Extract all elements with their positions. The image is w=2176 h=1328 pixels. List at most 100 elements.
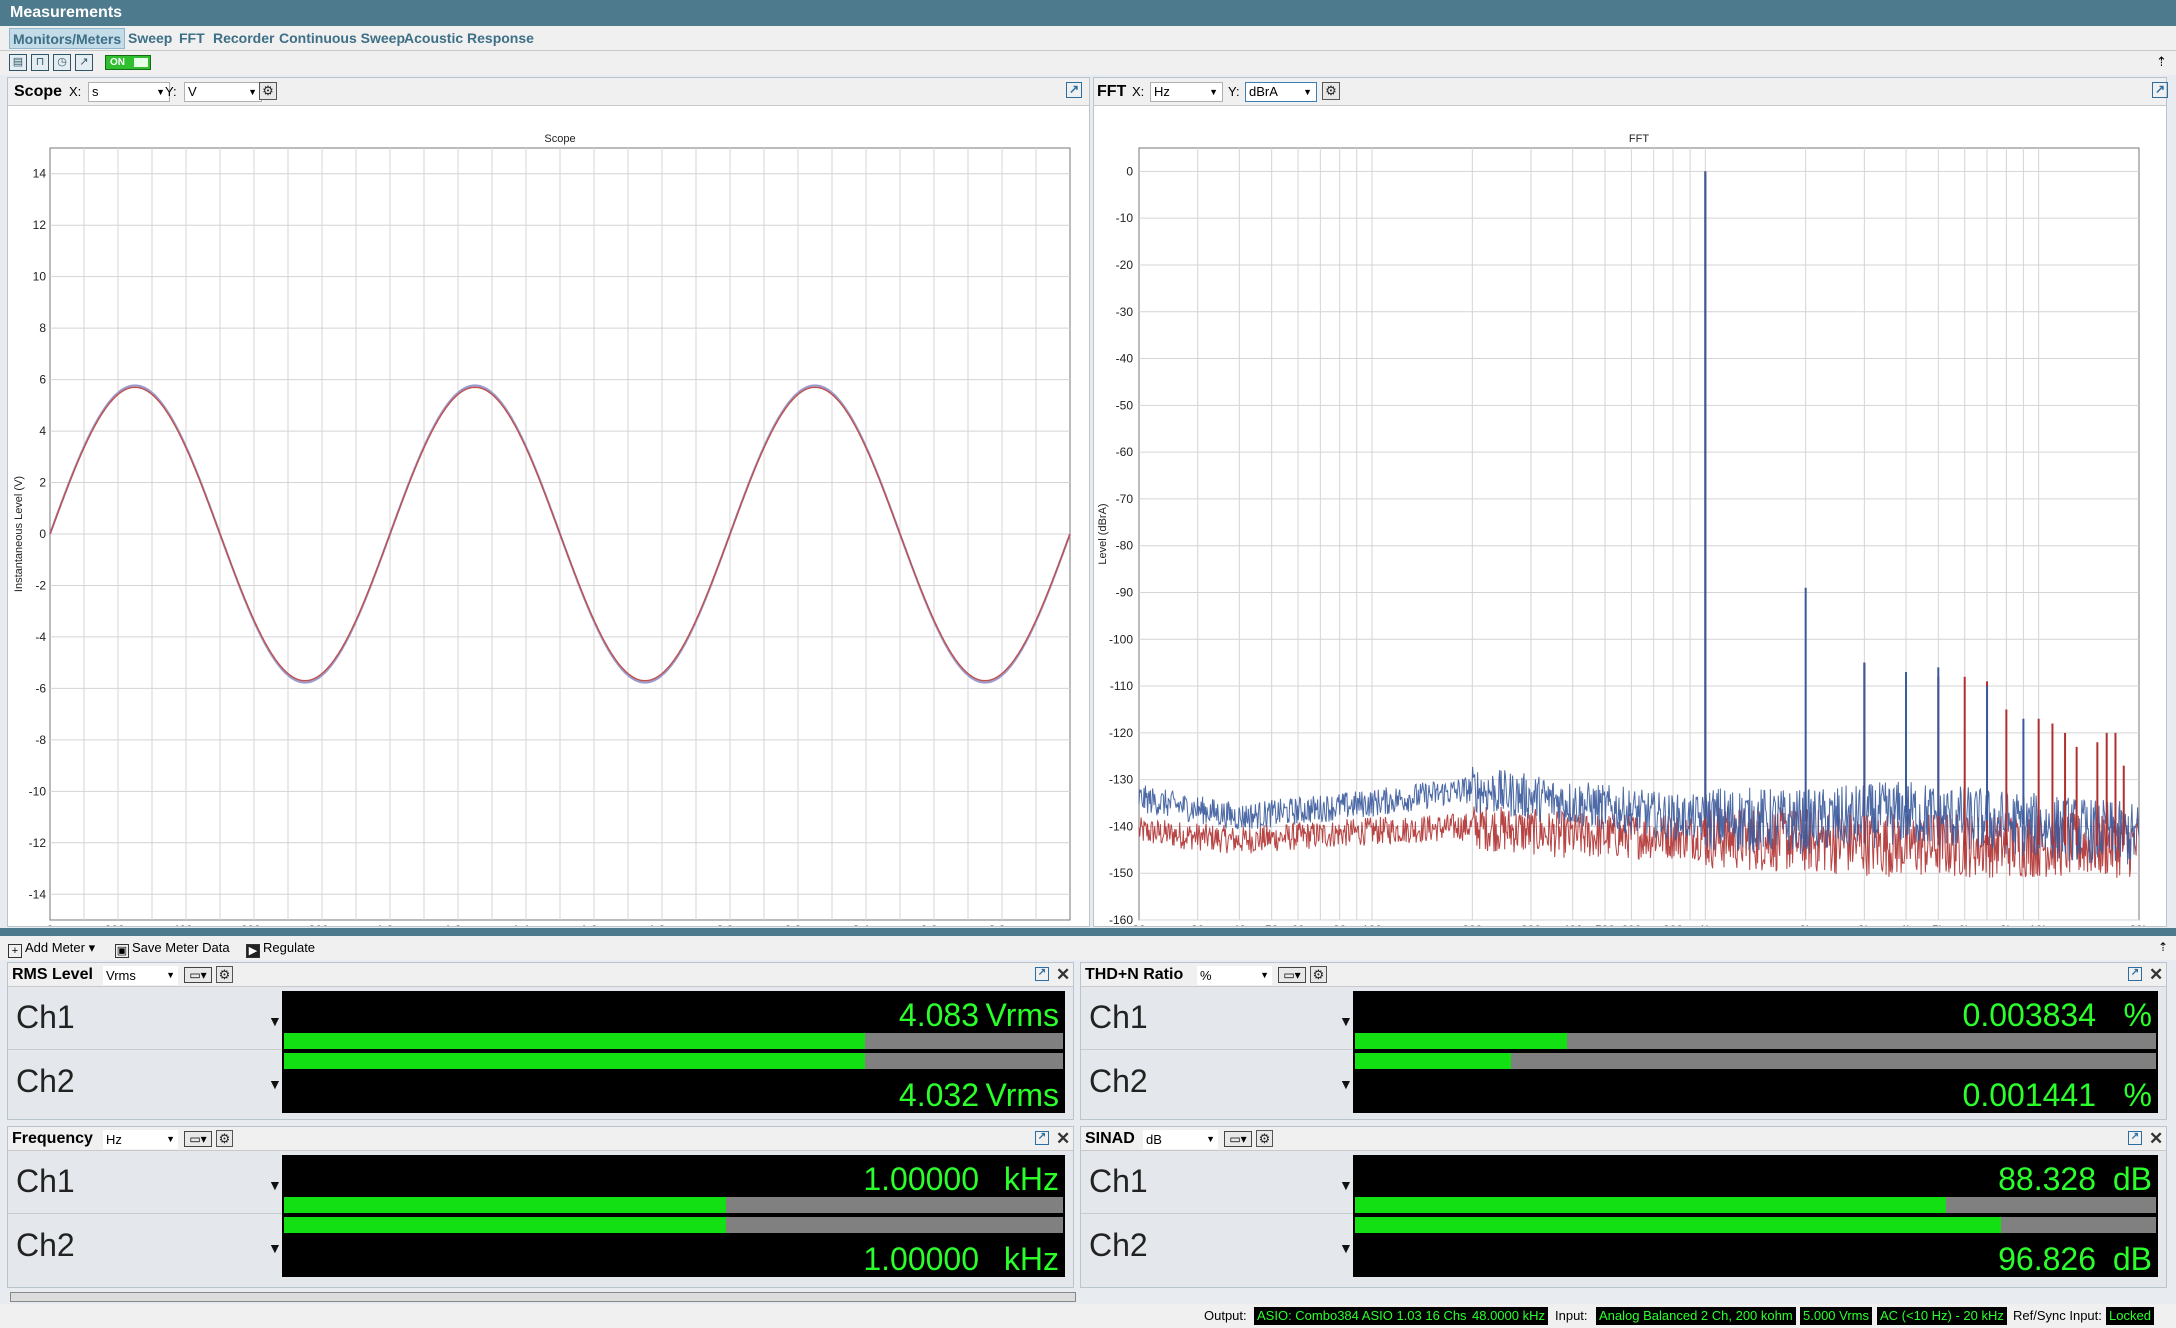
scope-y-unit-select[interactable]: V ▼ [184, 82, 262, 102]
rms-meter-title: RMS Level [12, 966, 93, 983]
freq-display-options-icon[interactable]: ▭▾ [184, 1131, 212, 1147]
sinad-popout-icon[interactable]: ↗ [2128, 1131, 2142, 1145]
rms-ch1-label: Ch1 [16, 999, 75, 1035]
rms-ch2-bar [284, 1053, 1063, 1069]
sinad-close-icon[interactable]: ✕ [2149, 1129, 2163, 1149]
thdn-ch1-unit: % [2123, 997, 2152, 1033]
fft-x-tick-label: 300 [1521, 923, 1541, 926]
output-device[interactable]: ASIO: Combo384 ASIO 1.03 16 Chs [1254, 1307, 1470, 1325]
rms-close-icon[interactable]: ✕ [1056, 965, 1070, 985]
tab-continuous-sweep[interactable]: Continuous Sweep [276, 28, 408, 49]
thdn-close-icon[interactable]: ✕ [2149, 965, 2163, 985]
fft-panel: FFT X: Hz ▼ Y: dBrA ▼ ⚙ ↗ FFT 0 -10 -20 -30 -40… [1093, 77, 2168, 927]
freq-meter-header: Frequency Hz ▼ ▭▾ ⚙ ↗ ✕ [8, 1127, 1073, 1151]
scope-popout-icon[interactable]: ↗ [1066, 82, 1082, 98]
fft-x-unit-select[interactable]: Hz ▼ [1150, 82, 1223, 102]
fft-x-tick-label: 1k [1699, 923, 1713, 926]
thdn-unit-value: % [1200, 968, 1212, 983]
thdn-ch2-bar-fill [1355, 1053, 1512, 1069]
add-meter-label: Add Meter [25, 940, 85, 955]
rms-unit-select[interactable]: Vrms ▼ [103, 966, 178, 985]
rms-ch2-dropdown-icon[interactable]: ▼ [268, 1076, 282, 1092]
fft-chart: FFT 0 -10 -20 -30 -40 -50 -60 -70 -80 -90 -100 -110 -… [1097, 133, 2150, 926]
freq-popout-icon[interactable]: ↗ [1035, 1131, 1049, 1145]
sinad-ch1-dropdown-icon[interactable]: ▼ [1339, 1177, 1353, 1193]
input-coupling[interactable]: AC (<10 Hz) - 20 kHz [1877, 1307, 2007, 1325]
thdn-ch2-dropdown-icon[interactable]: ▼ [1339, 1076, 1353, 1092]
tab-acoustic-response[interactable]: Acoustic Response [401, 28, 537, 49]
add-meter-button[interactable]: + Add Meter ▾ [8, 939, 95, 958]
scope-y-tick-label: -8 [35, 733, 46, 747]
on-toggle[interactable]: ON [105, 55, 151, 70]
tab-recorder[interactable]: Recorder [210, 28, 277, 49]
panel-splitter[interactable] [0, 928, 2176, 936]
scope-y-tick-label: -12 [29, 836, 47, 850]
thdn-unit-select[interactable]: % ▼ [1197, 966, 1272, 985]
ref-sync-status[interactable]: Locked [2106, 1307, 2154, 1325]
freq-close-icon[interactable]: ✕ [1056, 1129, 1070, 1149]
waveform-icon[interactable]: ⊓ [31, 54, 49, 71]
tab-fft[interactable]: FFT [176, 28, 208, 49]
layout-icon[interactable]: ▤ [9, 54, 27, 71]
freq-ch2-bar [284, 1217, 1063, 1233]
freq-unit-select[interactable]: Hz ▼ [103, 1130, 178, 1149]
scope-x-tick-label: 1.4m [513, 923, 540, 926]
fft-y-unit-select[interactable]: dBrA ▼ [1245, 82, 1317, 102]
thdn-ch1-dropdown-icon[interactable]: ▼ [1339, 1013, 1353, 1029]
collapse-icon[interactable]: ⇡ [2156, 54, 2167, 70]
fft-popout-icon[interactable]: ↗ [2152, 82, 2168, 98]
rms-ch1-dropdown-icon[interactable]: ▼ [268, 1013, 282, 1029]
chevron-down-icon: ▼ [1206, 1134, 1215, 1144]
sample-rate[interactable]: 48.0000 kHz [1469, 1307, 1548, 1325]
rms-ch2-unit: Vrms [985, 1077, 1059, 1113]
scope-gear-icon[interactable]: ⚙ [259, 82, 277, 100]
tab-sweep[interactable]: Sweep [125, 28, 175, 49]
freq-ch1-dropdown-icon[interactable]: ▼ [268, 1177, 282, 1193]
input-range[interactable]: 5.000 Vrms [1800, 1307, 1872, 1325]
thdn-display-options-icon[interactable]: ▭▾ [1278, 967, 1306, 983]
fft-y-tick-label: -110 [1110, 679, 1133, 693]
fft-x-unit-value: Hz [1154, 84, 1170, 99]
sinad-gear-icon[interactable]: ⚙ [1256, 1130, 1273, 1147]
rms-gear-icon[interactable]: ⚙ [216, 966, 233, 983]
sinad-unit-select[interactable]: dB ▼ [1143, 1130, 1218, 1149]
tab-monitors-meters[interactable]: Monitors/Meters [9, 28, 126, 49]
thdn-gear-icon[interactable]: ⚙ [1310, 966, 1327, 983]
scope-x-tick-label: 0 [47, 923, 54, 926]
scope-x-unit-select[interactable]: s ▼ [88, 82, 170, 102]
chevron-down-icon: ▼ [248, 87, 257, 97]
scope-y-tick-label: -6 [35, 681, 46, 695]
fft-x-tick-label: 3k [1858, 923, 1872, 926]
scope-y-tick-label: -14 [29, 887, 47, 901]
regulate-button[interactable]: ▶ Regulate [246, 939, 315, 958]
input-device[interactable]: Analog Balanced 2 Ch, 200 kohm [1596, 1307, 1796, 1325]
freq-ch1-unit: kHz [1003, 1161, 1059, 1197]
chevron-down-icon: ▼ [1303, 87, 1312, 97]
rms-display-options-icon[interactable]: ▭▾ [184, 967, 212, 983]
thdn-popout-icon[interactable]: ↗ [2128, 967, 2142, 981]
scope-x-tick-label: 800u [309, 923, 336, 926]
chevron-down-icon: ▼ [1209, 87, 1218, 97]
scope-y-tick-label: 10 [33, 270, 47, 284]
fft-gear-icon[interactable]: ⚙ [1322, 82, 1340, 100]
save-meter-data-button[interactable]: ▣ Save Meter Data [115, 939, 230, 958]
sinad-ch2-dropdown-icon[interactable]: ▼ [1339, 1240, 1353, 1256]
scope-y-tick-label: 8 [39, 321, 46, 335]
scope-x-tick-label: 2.0m [717, 923, 744, 926]
menu-bar: Monitors/Meters Sweep FFT Recorder Conti… [0, 26, 2176, 51]
horizontal-scrollbar[interactable] [10, 1292, 1076, 1302]
fft-y-tick-label: -120 [1109, 726, 1133, 740]
sinad-ch2-value: 96.826 [1998, 1241, 2096, 1277]
fft-x-tick-label: 5k [1932, 923, 1946, 926]
collapse-icon[interactable]: ⇡ [2158, 940, 2168, 954]
scope-y-tick-label: 4 [39, 424, 46, 438]
scope-x-tick-label: 1.0m [377, 923, 404, 926]
chart-icon[interactable]: ↗ [75, 54, 93, 71]
input-label: Input: [1555, 1308, 1588, 1323]
fft-x-tick-label: 20k [2129, 923, 2149, 926]
clock-icon[interactable]: ◷ [53, 54, 71, 71]
rms-popout-icon[interactable]: ↗ [1035, 967, 1049, 981]
freq-gear-icon[interactable]: ⚙ [216, 1130, 233, 1147]
sinad-display-options-icon[interactable]: ▭▾ [1224, 1131, 1252, 1147]
freq-ch2-dropdown-icon[interactable]: ▼ [268, 1240, 282, 1256]
